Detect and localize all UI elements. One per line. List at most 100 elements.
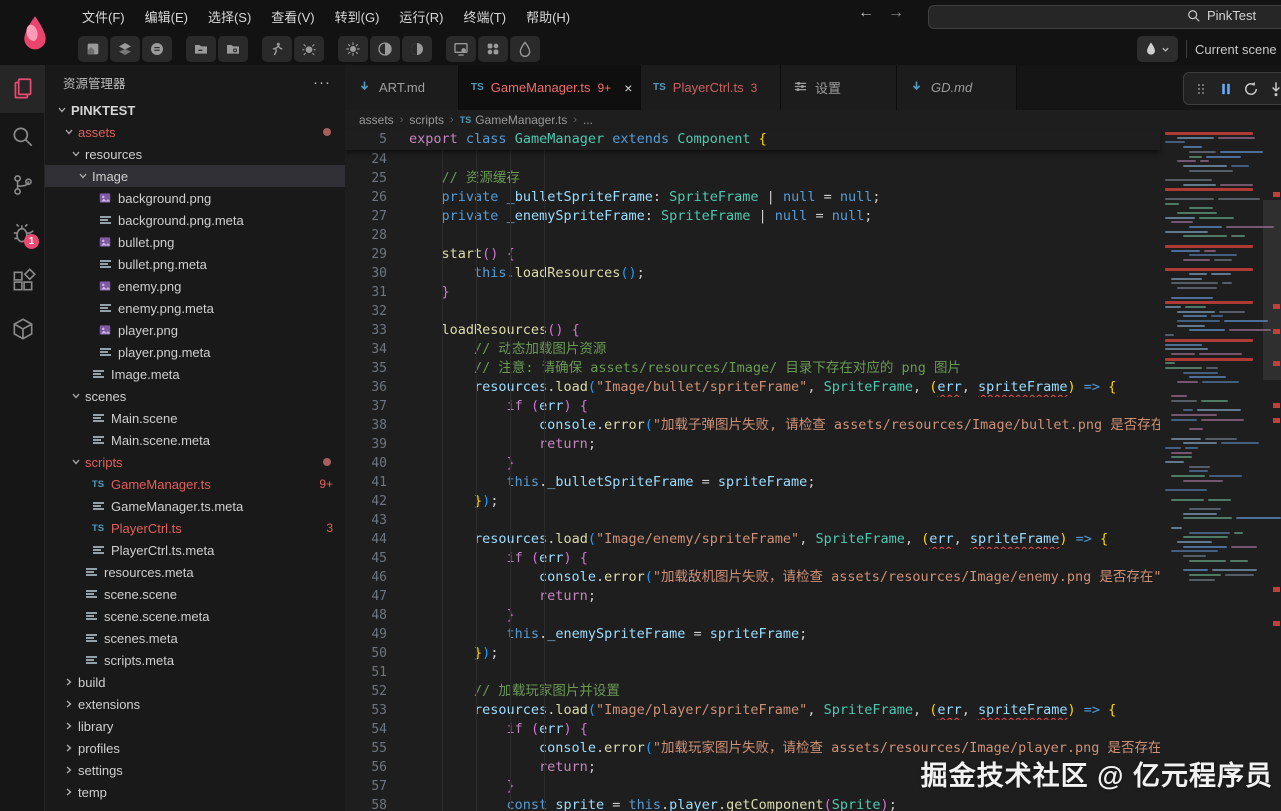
menu-item-4[interactable]: 转到(G) — [325, 3, 390, 30]
tree-item-player-png[interactable]: player.png — [45, 319, 345, 341]
breadcrumb-item-0[interactable]: assets — [359, 113, 394, 127]
activity-source-control-icon[interactable] — [0, 161, 45, 209]
tree-item-background-png-meta[interactable]: background.png.meta — [45, 209, 345, 231]
code-line-54[interactable]: 54 if (err) { — [345, 720, 1160, 739]
line-number[interactable]: 40 — [345, 454, 391, 473]
line-number[interactable]: 29 — [345, 245, 391, 264]
line-number[interactable]: 28 — [345, 226, 391, 245]
tree-item-settings[interactable]: settings — [45, 759, 345, 781]
line-number[interactable]: 57 — [345, 777, 391, 796]
line-number[interactable]: 26 — [345, 188, 391, 207]
code-line-29[interactable]: 29 start() { — [345, 245, 1160, 264]
bug-robot-icon[interactable] — [294, 36, 324, 62]
activity-run-and-debug-icon[interactable]: 1 — [0, 209, 45, 257]
activity-package-cube-icon[interactable] — [0, 305, 45, 353]
pause-icon[interactable] — [1215, 77, 1236, 101]
tree-item-playerctrl-ts-meta[interactable]: PlayerCtrl.ts.meta — [45, 539, 345, 561]
line-number[interactable]: 39 — [345, 435, 391, 454]
tree-item-enemy-png-meta[interactable]: enemy.png.meta — [45, 297, 345, 319]
tree-item-scene-scene-meta[interactable]: scene.scene.meta — [45, 605, 345, 627]
code-line-37[interactable]: 37 if (err) { — [345, 397, 1160, 416]
tree-item-image-meta[interactable]: Image.meta — [45, 363, 345, 385]
tree-item-image[interactable]: Image — [45, 165, 345, 187]
tree-item-scripts-meta[interactable]: scripts.meta — [45, 649, 345, 671]
scrollbar-slider[interactable] — [1263, 200, 1281, 380]
code-line-52[interactable]: 52 // 加载玩家图片并设置 — [345, 682, 1160, 701]
tree-item-enemy-png[interactable]: enemy.png — [45, 275, 345, 297]
line-number[interactable]: 37 — [345, 397, 391, 416]
code-line-46[interactable]: 46 console.error("加载敌机图片失败，请检查 assets/re… — [345, 568, 1160, 587]
line-number[interactable]: 53 — [345, 701, 391, 720]
tree-item-background-png[interactable]: background.png — [45, 187, 345, 209]
droplet-icon[interactable] — [510, 36, 540, 62]
line-number[interactable]: 55 — [345, 739, 391, 758]
breadcrumb-item-1[interactable]: scripts — [409, 113, 444, 127]
menu-item-1[interactable]: 编辑(E) — [135, 3, 198, 30]
tab-gamemanager-ts[interactable]: TSGameManager.ts9+× — [459, 65, 641, 110]
line-number[interactable]: 31 — [345, 283, 391, 302]
code-line-53[interactable]: 53 resources.load("Image/player/spriteFr… — [345, 701, 1160, 720]
line-number[interactable]: 56 — [345, 758, 391, 777]
editor-scrollbar[interactable] — [1263, 128, 1281, 811]
code-line-24[interactable]: 24 — [345, 150, 1160, 169]
line-number[interactable]: 24 — [345, 150, 391, 169]
layers-icon[interactable] — [110, 36, 140, 62]
tree-item-library[interactable]: library — [45, 715, 345, 737]
code-line-51[interactable]: 51 — [345, 663, 1160, 682]
code-line-31[interactable]: 31 } — [345, 283, 1160, 302]
tree-item-pinktest[interactable]: PINKTEST — [45, 99, 345, 121]
tree-item-assets[interactable]: assets — [45, 121, 345, 143]
code-line-41[interactable]: 41 this._bulletSpriteFrame = spriteFrame… — [345, 473, 1160, 492]
run-person-icon[interactable] — [262, 36, 292, 62]
line-number[interactable]: 42 — [345, 492, 391, 511]
line-number[interactable]: 41 — [345, 473, 391, 492]
line-number[interactable]: 51 — [345, 663, 391, 682]
tree-item-scripts[interactable]: scripts — [45, 451, 345, 473]
code-line-42[interactable]: 42 }); — [345, 492, 1160, 511]
line-number[interactable]: 46 — [345, 568, 391, 587]
breadcrumb[interactable]: assets›scripts›TSGameManager.ts›... — [345, 110, 1281, 130]
line-number[interactable]: 45 — [345, 549, 391, 568]
code-line-27[interactable]: 27 private _enemySpriteFrame: SpriteFram… — [345, 207, 1160, 226]
sun-icon[interactable] — [338, 36, 368, 62]
tab-设置[interactable]: 设置 — [781, 65, 897, 110]
line-number[interactable]: 50 — [345, 644, 391, 663]
contrast-icon[interactable] — [370, 36, 400, 62]
tree-item-bullet-png-meta[interactable]: bullet.png.meta — [45, 253, 345, 275]
code-line-35[interactable]: 35 // 注意: 请确保 assets/resources/Image/ 目录… — [345, 359, 1160, 378]
tree-item-bullet-png[interactable]: bullet.png — [45, 231, 345, 253]
line-number[interactable]: 47 — [345, 587, 391, 606]
line-number[interactable]: 25 — [345, 169, 391, 188]
tree-item-gamemanager-ts[interactable]: TSGameManager.ts9+ — [45, 473, 345, 495]
tree-item-main-scene[interactable]: Main.scene — [45, 407, 345, 429]
line-number[interactable]: 48 — [345, 606, 391, 625]
tree-item-temp[interactable]: temp — [45, 781, 345, 803]
menu-item-5[interactable]: 运行(R) — [389, 3, 453, 30]
code-line-28[interactable]: 28 — [345, 226, 1160, 245]
code-line-40[interactable]: 40 } — [345, 454, 1160, 473]
code-line-33[interactable]: 33 loadResources() { — [345, 321, 1160, 340]
tree-item-extensions[interactable]: extensions — [45, 693, 345, 715]
close-icon[interactable]: × — [624, 80, 632, 96]
restart-icon[interactable] — [1240, 77, 1261, 101]
code-line-47[interactable]: 47 return; — [345, 587, 1160, 606]
line-number[interactable]: 38 — [345, 416, 391, 435]
breadcrumb-item-2[interactable]: TSGameManager.ts — [460, 113, 568, 127]
code-line-34[interactable]: 34 // 动态加载图片资源 — [345, 340, 1160, 359]
screen-gear-icon[interactable] — [446, 36, 476, 62]
tree-item-main-scene-meta[interactable]: Main.scene.meta — [45, 429, 345, 451]
tree-item-player-png-meta[interactable]: player.png.meta — [45, 341, 345, 363]
nav-forward-button[interactable]: → — [888, 4, 904, 22]
sticky-scroll-line[interactable]: 5export class GameManager extends Compon… — [345, 130, 1160, 150]
folder-icon[interactable] — [186, 36, 216, 62]
sidebar-more-actions-icon[interactable]: ··· — [313, 74, 331, 91]
tree-item-profiles[interactable]: profiles — [45, 737, 345, 759]
menu-item-0[interactable]: 文件(F) — [72, 3, 135, 30]
line-number[interactable]: 5 — [345, 130, 391, 150]
activity-extensions-icon[interactable] — [0, 257, 45, 305]
line-number[interactable]: 35 — [345, 359, 391, 378]
breadcrumb-item-3[interactable]: ... — [583, 113, 593, 127]
tree-item-scenes[interactable]: scenes — [45, 385, 345, 407]
code-line-58[interactable]: 58 const sprite = this.player.getCompone… — [345, 796, 1160, 811]
line-number[interactable]: 27 — [345, 207, 391, 226]
